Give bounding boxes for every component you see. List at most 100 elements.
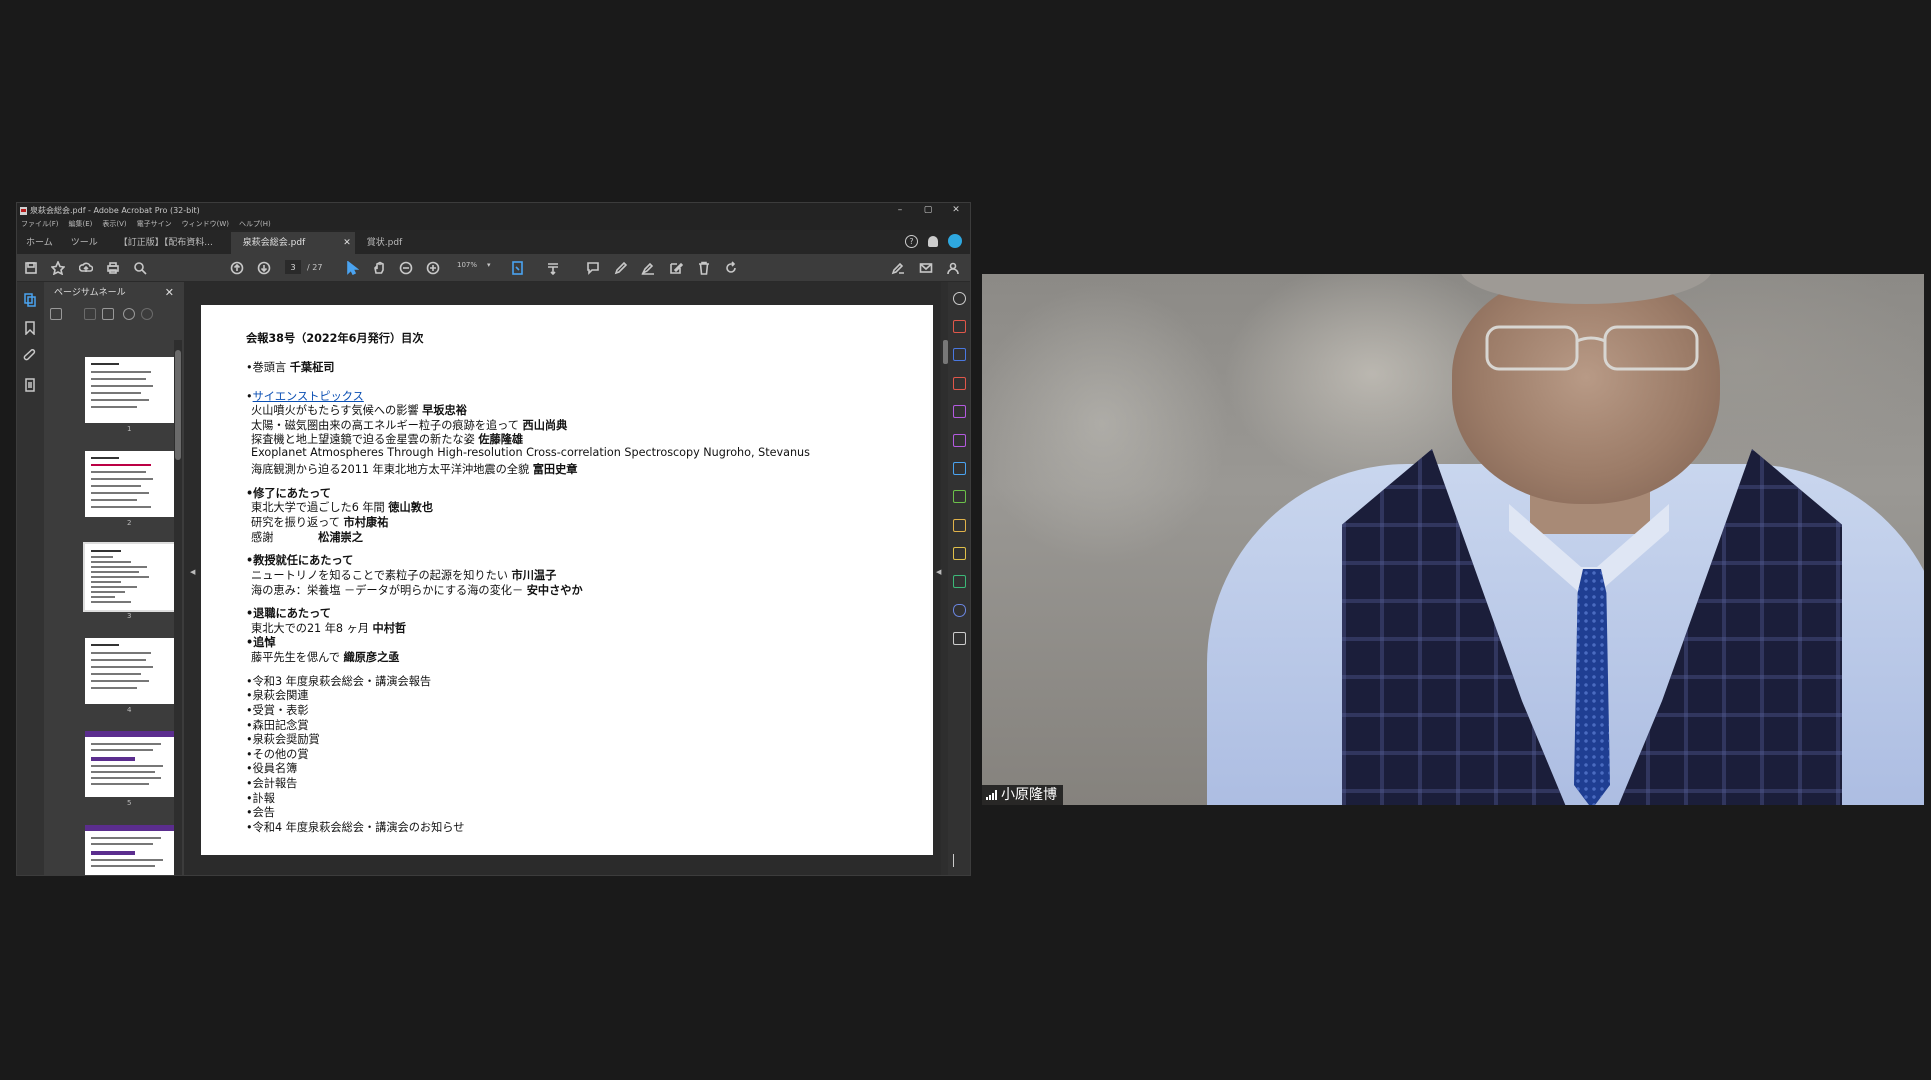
menu-file[interactable]: ファイル(F) <box>21 219 59 229</box>
document-view: ◀ 会報38号（2022年6月発行）目次 •巻頭言 千葉柾司 •サイエンストピック… <box>184 282 950 875</box>
page-thumbnail[interactable] <box>85 451 175 517</box>
toc-line: 研究を振り返って 市村康祐 <box>251 514 388 530</box>
redo-icon[interactable] <box>141 308 153 320</box>
thumbnail-options-icon[interactable] <box>50 308 62 320</box>
save-icon[interactable] <box>23 260 39 276</box>
minimize-button[interactable]: – <box>886 203 914 218</box>
bell-icon[interactable] <box>928 235 938 247</box>
menu-help[interactable]: ヘルプ(H) <box>239 219 271 229</box>
page-up-icon[interactable] <box>229 260 245 276</box>
edit-icon[interactable] <box>668 260 684 276</box>
menu-edit[interactable]: 編集(E) <box>69 219 93 229</box>
comment-icon[interactable] <box>585 260 601 276</box>
toc-line-text: 感謝 <box>251 531 319 544</box>
more-tools-icon[interactable] <box>953 632 966 645</box>
request-signature-icon[interactable] <box>953 462 966 475</box>
toc-line-text: •会計報告 <box>246 777 298 790</box>
collapse-right-panel-icon[interactable]: ◀ <box>936 568 968 576</box>
doc-tab-handout[interactable]: 【訂正版】【配布資料... <box>107 232 231 254</box>
thumbnails-title: ページサムネール <box>54 288 126 298</box>
mail-icon[interactable] <box>918 260 934 276</box>
tab-tools[interactable]: ツール <box>62 232 107 254</box>
pen-icon[interactable] <box>613 260 629 276</box>
zoom-out-icon[interactable] <box>398 260 414 276</box>
tab-home[interactable]: ホーム <box>17 232 62 254</box>
account-cloud-icon[interactable] <box>948 234 962 248</box>
thumbnails-panel-icon[interactable] <box>23 292 37 307</box>
page-down-icon[interactable] <box>256 260 272 276</box>
menu-window[interactable]: ウィンドウ(W) <box>182 219 229 229</box>
zoom-search-icon[interactable] <box>132 260 148 276</box>
compare-icon[interactable] <box>953 490 966 503</box>
expand-panel-icon[interactable] <box>953 854 966 867</box>
toc-line: 海底観測から迫る2011 年東北地方太平洋沖地震の全貌 富田史章 <box>251 461 577 477</box>
zoom-level[interactable]: 107% <box>457 261 477 269</box>
collapse-left-panel-icon[interactable]: ◀ <box>190 568 195 576</box>
page-number-input[interactable] <box>285 260 301 274</box>
thumbnail-page-number: 1 <box>127 425 132 433</box>
delete-icon[interactable] <box>696 260 712 276</box>
doc-tab-active[interactable]: 泉萩会総会.pdf ✕ <box>230 232 355 254</box>
zoom-dropdown-arrow[interactable]: ▾ <box>487 261 491 269</box>
hand-tool-icon[interactable] <box>371 260 387 276</box>
close-thumbnails-icon[interactable]: ✕ <box>165 282 174 304</box>
extract-page-icon[interactable] <box>102 308 114 320</box>
right-tools-rail: ◀ <box>936 282 970 875</box>
page-thumbnail[interactable] <box>85 638 175 704</box>
create-pdf-icon[interactable] <box>953 348 966 361</box>
bookmark-star-icon[interactable] <box>50 260 66 276</box>
comment-tool-icon[interactable] <box>953 547 966 560</box>
delete-page-icon[interactable] <box>84 308 96 320</box>
page-thumbnail[interactable] <box>85 731 175 797</box>
toc-line: •会計報告 <box>246 775 297 791</box>
help-icon[interactable]: ? <box>905 234 918 248</box>
scan-ocr-icon[interactable] <box>953 519 966 532</box>
toc-line-text: •泉萩会奨励賞 <box>246 733 320 746</box>
menu-view[interactable]: 表示(V) <box>102 219 126 229</box>
organize-pages-icon[interactable] <box>953 377 966 390</box>
tab-bar: ホーム ツール 【訂正版】【配布資料... 泉萩会総会.pdf ✕ 賞状.pdf … <box>17 230 970 254</box>
doc-tab-certificate[interactable]: 賞状.pdf <box>355 232 479 254</box>
toc-line: •教授就任にあたって <box>246 552 353 568</box>
thumbnail-page-number: 4 <box>127 706 132 714</box>
attachments-panel-icon[interactable] <box>23 348 37 362</box>
select-cursor-icon[interactable] <box>344 260 360 276</box>
share-user-icon[interactable] <box>945 260 961 276</box>
maximize-button[interactable]: ▢ <box>914 203 942 218</box>
toc-line-text: Exoplanet Atmospheres Through High-resol… <box>251 446 810 459</box>
close-window-button[interactable]: ✕ <box>942 203 970 218</box>
scroll-mode-icon[interactable] <box>545 260 561 276</box>
sign-icon[interactable] <box>640 260 656 276</box>
upload-icon[interactable] <box>78 260 94 276</box>
protect-icon[interactable] <box>953 604 966 617</box>
toc-line: 藤平先生を偲んで 織原彦之亟 <box>251 649 399 665</box>
print-production-icon[interactable] <box>953 575 966 588</box>
bookmarks-panel-icon[interactable] <box>23 320 37 336</box>
toc-line: •会告 <box>246 804 275 820</box>
video-person-face <box>1452 274 1720 504</box>
page-thumbnail[interactable] <box>85 357 175 423</box>
page-fit-icon[interactable] <box>510 260 526 276</box>
page-thumbnail-current[interactable] <box>83 542 177 612</box>
rotate-icon[interactable] <box>723 260 739 276</box>
menu-esign[interactable]: 電子サイン <box>137 219 172 229</box>
edit-pdf-icon[interactable] <box>953 405 966 418</box>
zoom-in-icon[interactable] <box>425 260 441 276</box>
search-tool-icon[interactable] <box>953 292 966 305</box>
layers-panel-icon[interactable] <box>23 377 37 392</box>
toc-line-text: 藤平先生を偲んで <box>251 651 344 664</box>
fill-sign-icon[interactable] <box>890 260 906 276</box>
undo-icon[interactable] <box>123 308 135 320</box>
participant-name-tag: 小原隆博 <box>982 785 1063 805</box>
close-tab-icon[interactable]: ✕ <box>343 232 351 254</box>
thumbnail-scrollbar[interactable] <box>174 340 182 875</box>
page-thumbnail[interactable] <box>85 825 175 875</box>
menu-bar: ファイル(F) 編集(E) 表示(V) 電子サイン ウィンドウ(W) ヘルプ(H… <box>17 218 970 230</box>
thumbnail-toolbar <box>44 304 184 326</box>
toc-author: 富田史章 <box>532 463 578 476</box>
fill-and-sign-icon[interactable] <box>953 434 966 447</box>
print-icon[interactable] <box>105 260 121 276</box>
toc-line-text: 探査機と地上望遠鏡で迫る金星雲の新たな姿 <box>251 433 479 446</box>
export-pdf-icon[interactable] <box>953 320 966 333</box>
toc-line: •役員名簿 <box>246 760 297 776</box>
